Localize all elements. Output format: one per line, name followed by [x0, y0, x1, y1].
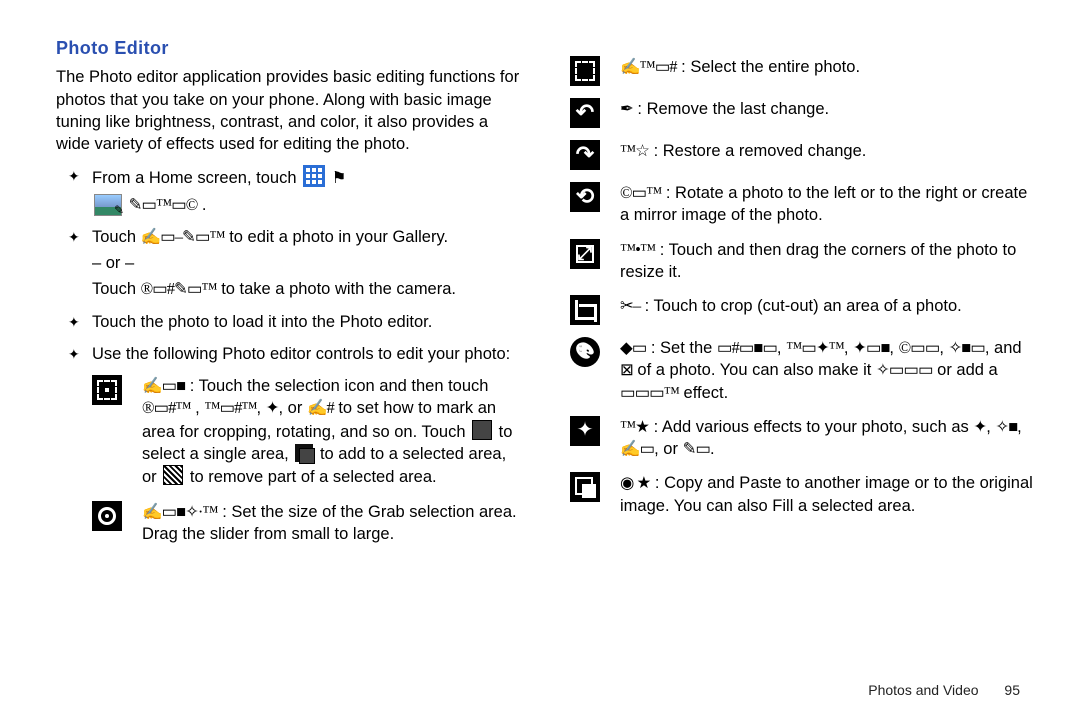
period: .	[202, 196, 207, 214]
effects-icon	[570, 416, 600, 446]
selection-desc: ✍▭■ : Touch the selection icon and then …	[142, 375, 522, 488]
redo-desc: ™☆ : Restore a removed change.	[620, 140, 1036, 170]
step-home-screen: From a Home screen, touch ⚑ ✎▭™▭© .	[92, 165, 522, 216]
undo-desc: ✒ : Remove the last change.	[620, 98, 1036, 128]
page-footer: Photos and Video 95	[868, 681, 1020, 700]
selection-size-desc: ✍▭■✧·™ : Set the size of the Grab select…	[142, 501, 522, 546]
tools-desc: ◉ ★ : Copy and Paste to another image or…	[620, 472, 1036, 517]
footer-page-number: 95	[1004, 682, 1020, 698]
rotate-icon	[570, 182, 600, 212]
selection-icon	[92, 375, 122, 405]
select-all-icon	[570, 56, 600, 86]
select-all-desc: ✍™▭# : Select the entire photo.	[620, 56, 1036, 86]
undo-icon	[570, 98, 600, 128]
crop-icon	[570, 295, 600, 325]
selection-size-icon	[92, 501, 122, 531]
redo-icon	[570, 140, 600, 170]
take-picture-label: ®▭#✎▭™	[141, 279, 217, 298]
effects-desc: ™★ : Add various effects to your photo, …	[620, 416, 1036, 461]
manual-page: Photo Editor The Photo editor applicatio…	[0, 0, 1080, 720]
tools-icon	[570, 472, 600, 502]
left-column: Photo Editor The Photo editor applicatio…	[56, 36, 522, 557]
step-touch-photo: Touch the photo to load it into the Phot…	[92, 311, 522, 333]
select-add-icon	[295, 444, 313, 462]
step-select-or-take: Touch ✍▭–✎▭™ to edit a photo in your Gal…	[92, 226, 522, 301]
right-column: ✍™▭# : Select the entire photo. ✒ : Remo…	[570, 36, 1036, 557]
select-remove-icon	[163, 465, 183, 485]
resize-desc: ™•™ : Touch and then drag the corners of…	[620, 239, 1036, 284]
photo-editor-icon	[94, 194, 122, 216]
step-controls-intro: Use the following Photo editor controls …	[92, 343, 522, 545]
rotate-desc: ©▭™ : Rotate a photo to the left or to t…	[620, 182, 1036, 227]
resize-icon	[570, 239, 600, 269]
intro-paragraph: The Photo editor application provides ba…	[56, 66, 522, 155]
apps-icon	[303, 165, 325, 187]
photo-editor-label: ✎▭™▭©	[129, 195, 198, 214]
select-picture-label: ✍▭–✎▭™	[141, 227, 225, 246]
apps-label-glyphs: ⚑	[332, 168, 346, 187]
select-single-icon	[472, 420, 492, 440]
footer-section: Photos and Video	[868, 682, 978, 698]
section-title: Photo Editor	[56, 36, 522, 60]
color-icon	[570, 337, 600, 367]
color-desc: ◆▭ : Set the ▭#▭■▭, ™▭✦™, ✦▭■, ©▭▭, ✧■▭,…	[620, 337, 1036, 404]
crop-desc: ✂– : Touch to crop (cut-out) an area of …	[620, 295, 1036, 325]
or-line: – or –	[92, 254, 134, 272]
